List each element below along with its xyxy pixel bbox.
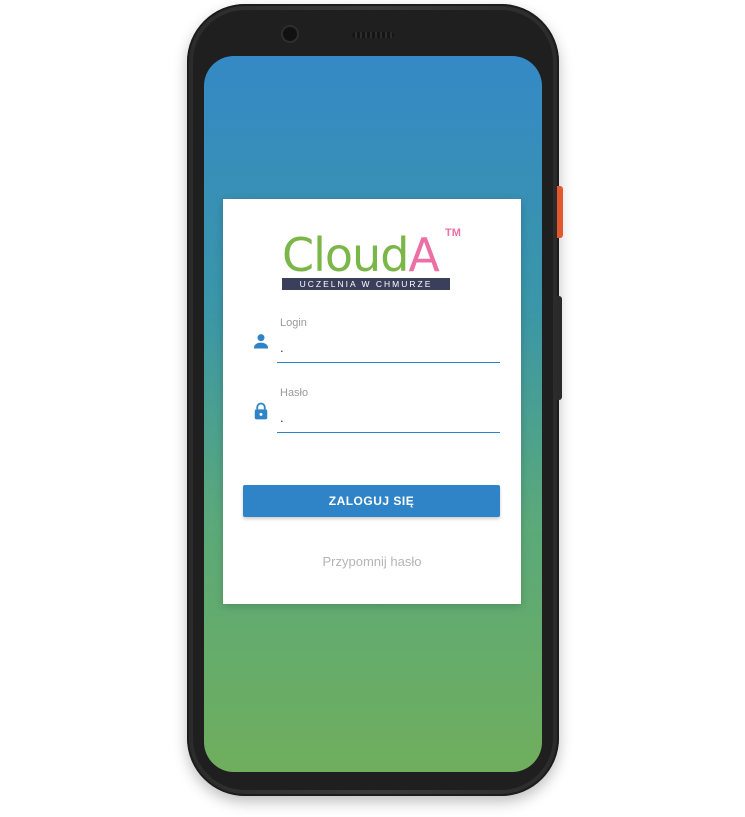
logo-trademark: TM bbox=[445, 227, 461, 239]
password-input[interactable] bbox=[277, 403, 500, 433]
person-icon bbox=[253, 334, 269, 349]
logo-name-main: Cloud bbox=[282, 228, 409, 282]
power-button bbox=[557, 186, 563, 238]
login-label: Login bbox=[280, 317, 307, 329]
front-camera-icon bbox=[283, 27, 297, 41]
login-card: CloudA TM UCZELNIA W CHMURZE Login Hasło… bbox=[223, 199, 521, 604]
volume-button bbox=[557, 296, 562, 400]
login-input[interactable] bbox=[277, 333, 500, 363]
app-logo: CloudA TM UCZELNIA W CHMURZE bbox=[282, 227, 472, 297]
logo-wordmark: CloudA bbox=[282, 228, 440, 282]
login-button[interactable]: ZALOGUJ SIĘ bbox=[243, 485, 500, 517]
logo-tagline: UCZELNIA W CHMURZE bbox=[282, 278, 450, 290]
remind-password-link[interactable]: Przypomnij hasło bbox=[223, 554, 521, 569]
login-field-group: Login bbox=[247, 317, 500, 367]
password-field-group: Hasło bbox=[247, 387, 500, 437]
lock-icon bbox=[254, 402, 268, 420]
password-label: Hasło bbox=[280, 387, 309, 399]
logo-name-accent: A bbox=[408, 228, 439, 282]
stage: CloudA TM UCZELNIA W CHMURZE Login Hasło… bbox=[0, 0, 745, 817]
earpiece-speaker bbox=[352, 32, 394, 38]
